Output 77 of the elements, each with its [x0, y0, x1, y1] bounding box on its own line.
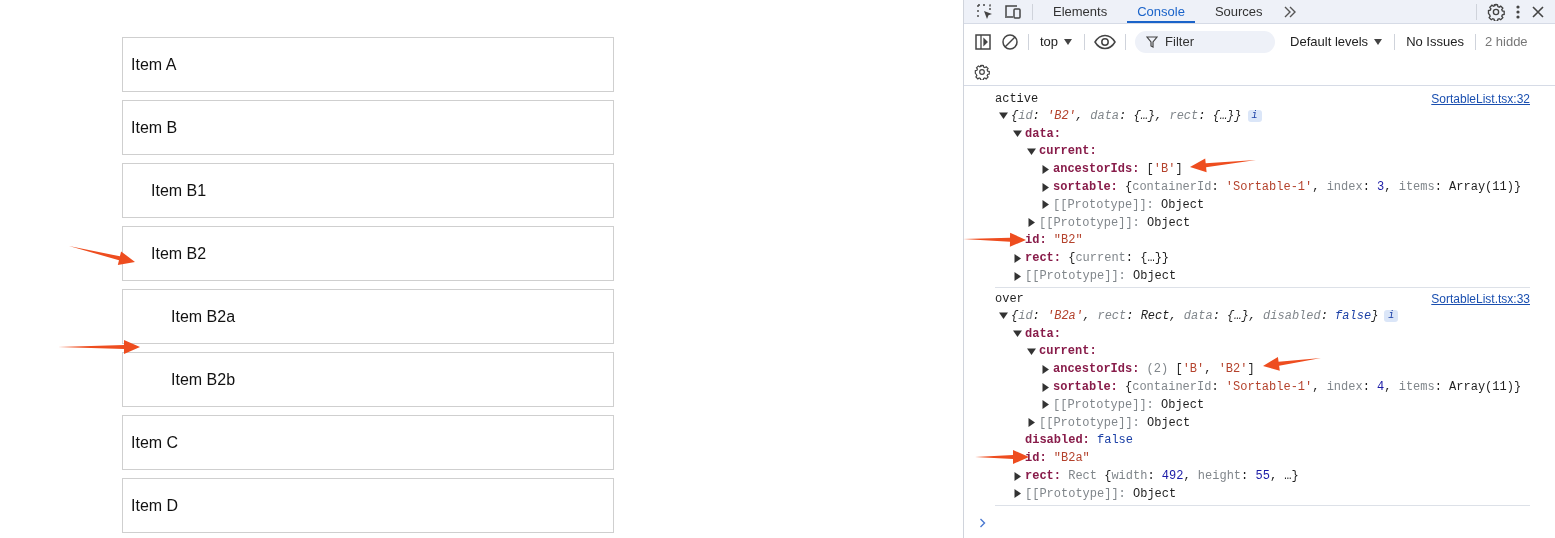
filter-field[interactable]: Filter [1135, 30, 1276, 53]
expand-triangle-icon[interactable] [1041, 200, 1050, 210]
expand-triangle-icon[interactable] [1041, 382, 1050, 392]
expand-triangle-icon[interactable] [1041, 164, 1050, 174]
console-message: active [995, 92, 1039, 106]
info-badge[interactable]: i [1247, 109, 1262, 122]
console-line: {id: 'B2', data: {…}, rect: {…}} [1011, 108, 1242, 123]
console-line: sortable: {containerId: 'Sortable-1', index: 3, items: Array(11)} [1053, 180, 1522, 195]
sortable-item[interactable]: Item B2 [122, 226, 614, 281]
console-line: current: [1039, 344, 1098, 359]
sortable-item[interactable]: Item D [122, 478, 614, 533]
info-badge[interactable]: i [1384, 309, 1399, 322]
device-icon[interactable] [1004, 2, 1022, 21]
expand-triangle-icon[interactable] [1013, 271, 1022, 281]
eye-icon[interactable] [1094, 33, 1117, 50]
expand-triangle-icon[interactable] [1013, 489, 1022, 499]
console-message: over [995, 291, 1024, 306]
source-link[interactable]: SortableList.tsx:33 [1431, 291, 1530, 306]
console-line: rect: {current: {…}} [1025, 251, 1170, 266]
sortable-item[interactable]: Item A [122, 37, 614, 92]
collapse-triangle-icon[interactable] [999, 311, 1008, 321]
console-line: ancestorIds: ['B'] [1053, 162, 1183, 177]
console-line: {id: 'B2a', rect: Rect, data: {…}, disabled: false} [1011, 308, 1379, 323]
annotation-arrow [1190, 158, 1256, 173]
collapse-triangle-icon[interactable] [1027, 346, 1036, 356]
more-tabs-icon[interactable] [1282, 4, 1297, 19]
caret-icon [1063, 37, 1074, 46]
sortable-item[interactable]: Item B2b [122, 352, 614, 407]
console-line: [[Prototype]]: Object [1053, 197, 1205, 212]
console-line: id: "B2a" [1025, 451, 1090, 466]
hidden-count: 2 hidde [1484, 34, 1528, 49]
clear-console-icon[interactable] [1001, 32, 1019, 51]
expand-triangle-icon[interactable] [1041, 182, 1050, 192]
devtools-tab[interactable]: Console [1127, 0, 1195, 23]
expand-triangle-icon[interactable] [1027, 218, 1036, 228]
expand-triangle-icon[interactable] [1041, 400, 1050, 410]
sortable-item[interactable]: Item B1 [122, 163, 614, 218]
caret-icon [1373, 37, 1384, 46]
issues-button[interactable]: No Issues [1404, 34, 1466, 49]
collapse-triangle-icon[interactable] [1027, 147, 1036, 156]
console-line: data: [1025, 326, 1062, 341]
console-line: id: "B2" [1025, 233, 1083, 248]
filter-icon [1146, 35, 1159, 48]
console-line: [[Prototype]]: Object [1039, 215, 1191, 230]
sortable-item[interactable]: Item B2a [122, 289, 614, 344]
annotation-arrow [1263, 356, 1321, 371]
settings-icon[interactable] [1487, 2, 1505, 21]
devtools-tab[interactable]: Sources [1204, 0, 1273, 23]
console-line: [[Prototype]]: Object [1025, 269, 1177, 284]
expand-triangle-icon[interactable] [1041, 364, 1050, 374]
expand-triangle-icon[interactable] [1027, 418, 1036, 428]
console-line: sortable: {containerId: 'Sortable-1', index: 4, items: Array(11)} [1053, 380, 1522, 395]
close-icon[interactable] [1531, 4, 1545, 19]
console-line: ancestorIds: (2) ['B', 'B2'] [1053, 362, 1255, 377]
inspect-icon[interactable] [976, 2, 994, 21]
sidebar-toggle-icon[interactable] [974, 32, 992, 51]
console-line: data: [1025, 126, 1062, 141]
source-link[interactable]: SortableList.tsx:32 [1431, 92, 1530, 106]
levels-dropdown[interactable]: Default levels [1288, 34, 1386, 49]
expand-triangle-icon[interactable] [1013, 471, 1022, 481]
console-line: [[Prototype]]: Object [1053, 397, 1205, 412]
prompt-icon [979, 517, 987, 528]
context-dropdown[interactable]: top [1038, 34, 1076, 49]
collapse-triangle-icon[interactable] [999, 111, 1008, 121]
sortable-item[interactable]: Item C [122, 415, 614, 470]
expand-triangle-icon[interactable] [1013, 253, 1022, 263]
more-options-icon[interactable] [1515, 3, 1521, 20]
console-line: current: [1039, 144, 1098, 159]
console-line: disabled: false [1025, 433, 1133, 448]
collapse-triangle-icon[interactable] [1013, 129, 1022, 139]
console-line: [[Prototype]]: Object [1025, 486, 1177, 501]
console-line: [[Prototype]]: Object [1039, 415, 1191, 430]
settings-icon[interactable] [974, 64, 990, 80]
collapse-triangle-icon[interactable] [1013, 329, 1022, 339]
devtools-tab[interactable]: Elements [1043, 0, 1118, 23]
sortable-item[interactable]: Item B [122, 100, 614, 155]
console-line: rect: Rect {width: 492, height: 55, …} [1025, 469, 1299, 484]
